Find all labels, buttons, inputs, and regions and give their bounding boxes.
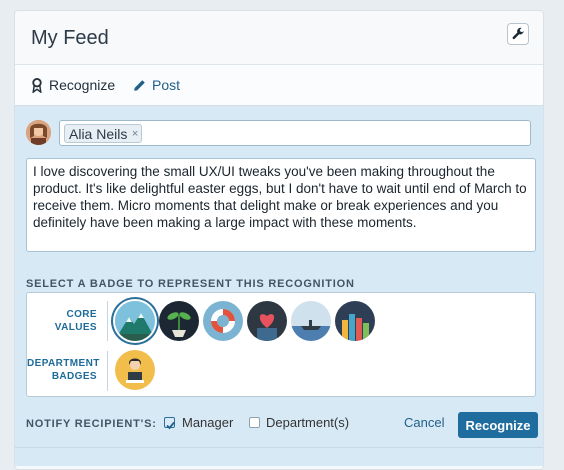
lifebuoy-badge-icon[interactable]: [203, 301, 243, 341]
manager-checkbox[interactable]: [164, 417, 175, 430]
feed-panel: My Feed Recognize Post Alia Neils × I lo…: [14, 10, 544, 470]
core-values-label: CORE VALUES: [54, 309, 97, 333]
divider: [15, 447, 543, 448]
tab-bar: Recognize Post: [15, 65, 543, 106]
form-footer: NOTIFY RECIPIENT'S: Manager Department(s…: [26, 412, 538, 438]
person-at-laptop-badge-icon[interactable]: [115, 350, 155, 390]
recipient-chip: Alia Neils ×: [64, 124, 143, 143]
badge-picker: CORE VALUES DEPARTMENT BADGES: [26, 292, 536, 397]
panel-header: My Feed: [15, 11, 543, 65]
notify-label: NOTIFY RECIPIENT'S:: [26, 418, 157, 430]
award-ribbon-icon: [32, 77, 42, 93]
settings-button[interactable]: [507, 23, 529, 45]
divider: [107, 351, 108, 391]
tab-recognize-label: Recognize: [49, 77, 116, 93]
cancel-button[interactable]: Cancel: [404, 415, 444, 430]
recognize-button[interactable]: Recognize: [458, 412, 538, 438]
divider: [107, 301, 108, 341]
plant-sprout-badge-icon[interactable]: [159, 301, 199, 341]
recipient-input[interactable]: Alia Neils ×: [59, 120, 531, 146]
department-badges-label: DEPARTMENT BADGES: [27, 358, 100, 382]
mountain-badge-icon[interactable]: [115, 301, 155, 341]
tab-post-label: Post: [152, 77, 181, 93]
department-checkbox[interactable]: [249, 417, 260, 428]
heart-hands-badge-icon[interactable]: [247, 301, 287, 341]
remove-recipient-icon[interactable]: ×: [132, 125, 138, 143]
recipient-name: Alia Neils: [69, 126, 128, 142]
department-label: Department(s): [266, 415, 350, 430]
recognition-form: Alia Neils × I love discovering the smal…: [15, 106, 543, 466]
pencil-icon: [134, 79, 145, 91]
tab-post[interactable]: Post: [133, 77, 180, 93]
boat-badge-icon[interactable]: [291, 301, 331, 341]
panel-title: My Feed: [31, 27, 109, 49]
badge-section-heading: SELECT A BADGE TO REPRESENT THIS RECOGNI…: [26, 278, 355, 290]
city-skyline-badge-icon[interactable]: [335, 301, 375, 341]
checkmark-icon: [166, 421, 175, 430]
manager-label: Manager: [182, 415, 234, 430]
wrench-icon: [512, 27, 524, 40]
recognition-message[interactable]: I love discovering the small UX/UI tweak…: [26, 158, 536, 252]
avatar: [26, 120, 51, 145]
tab-recognize[interactable]: Recognize: [31, 77, 115, 93]
